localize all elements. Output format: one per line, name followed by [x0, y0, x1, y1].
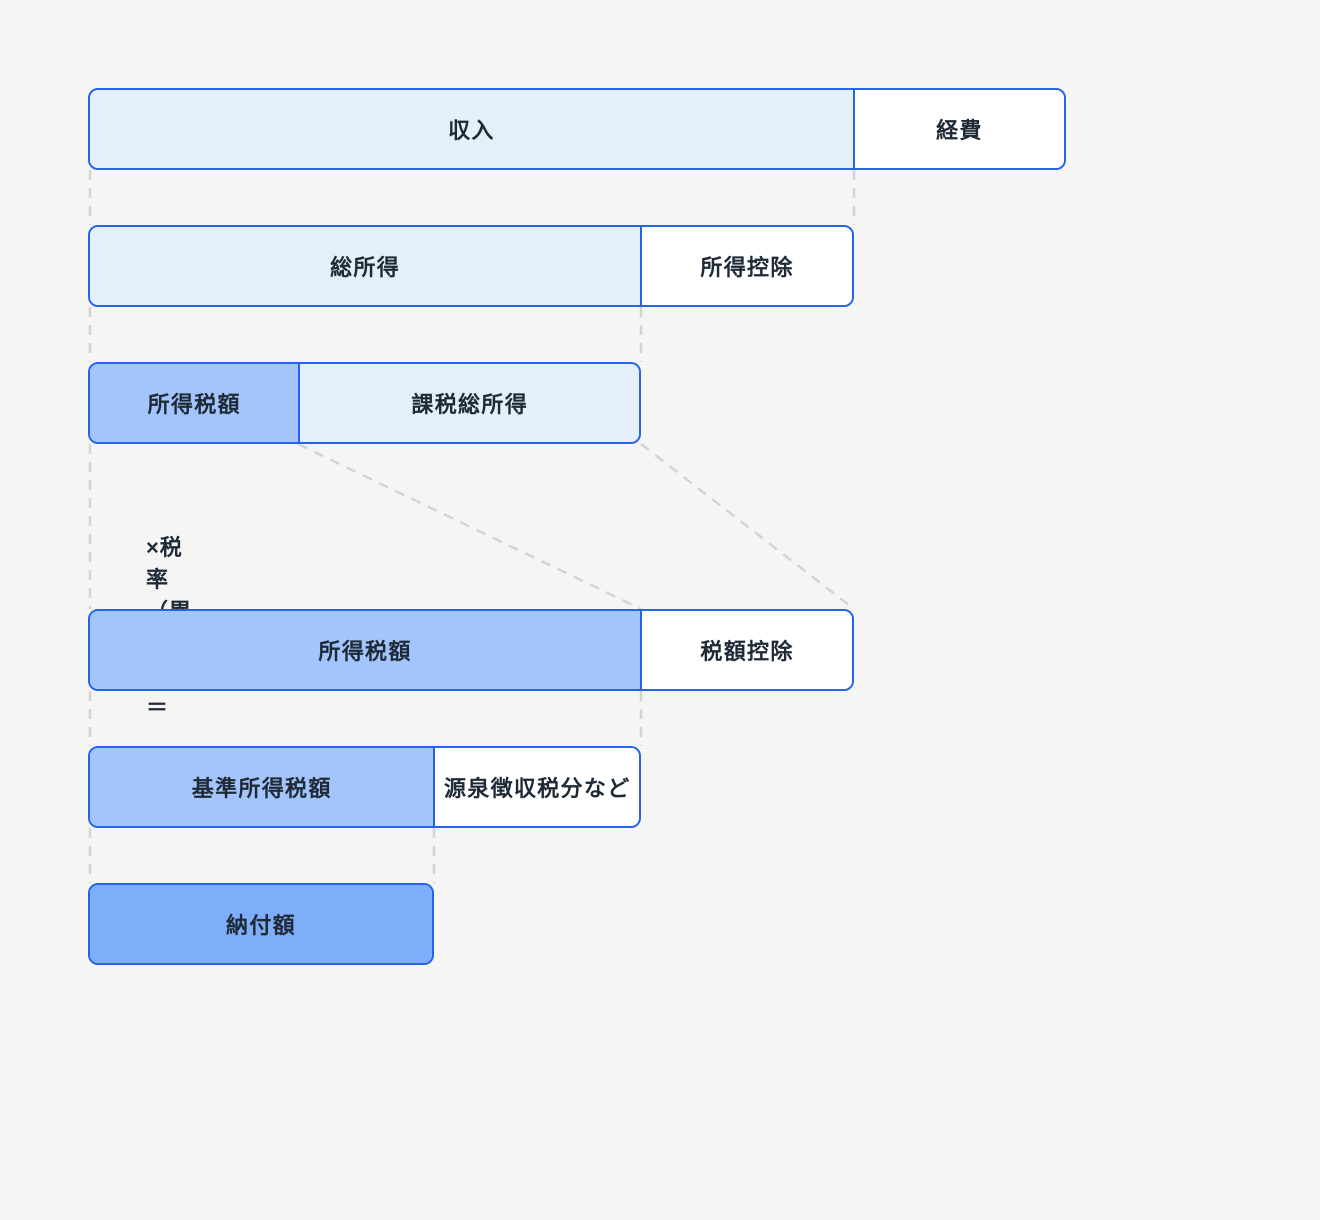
row-base-income-tax: 基準所得税額 源泉徴収税分など [88, 746, 641, 828]
seg-income-deduction: 所得控除 [640, 227, 852, 305]
row-gross-income: 総所得 所得控除 [88, 225, 854, 307]
row-payment: 納付額 [88, 883, 434, 965]
row-taxable-income: 所得税額 課税総所得 [88, 362, 641, 444]
seg-expenses: 経費 [853, 90, 1064, 168]
seg-withholding: 源泉徴収税分など [433, 748, 639, 826]
seg-payment-amount: 納付額 [90, 885, 432, 963]
seg-income: 収入 [90, 90, 853, 168]
seg-gross-income: 総所得 [90, 227, 640, 305]
seg-income-tax-amount: 所得税額 [90, 611, 640, 689]
seg-tax-credit: 税額控除 [640, 611, 852, 689]
seg-income-tax-amount-small: 所得税額 [90, 364, 298, 442]
row-income-tax: 所得税額 税額控除 [88, 609, 854, 691]
row-income: 収入 経費 [88, 88, 1066, 170]
seg-base-income-tax: 基準所得税額 [90, 748, 433, 826]
seg-taxable-gross-income: 課税総所得 [298, 364, 639, 442]
